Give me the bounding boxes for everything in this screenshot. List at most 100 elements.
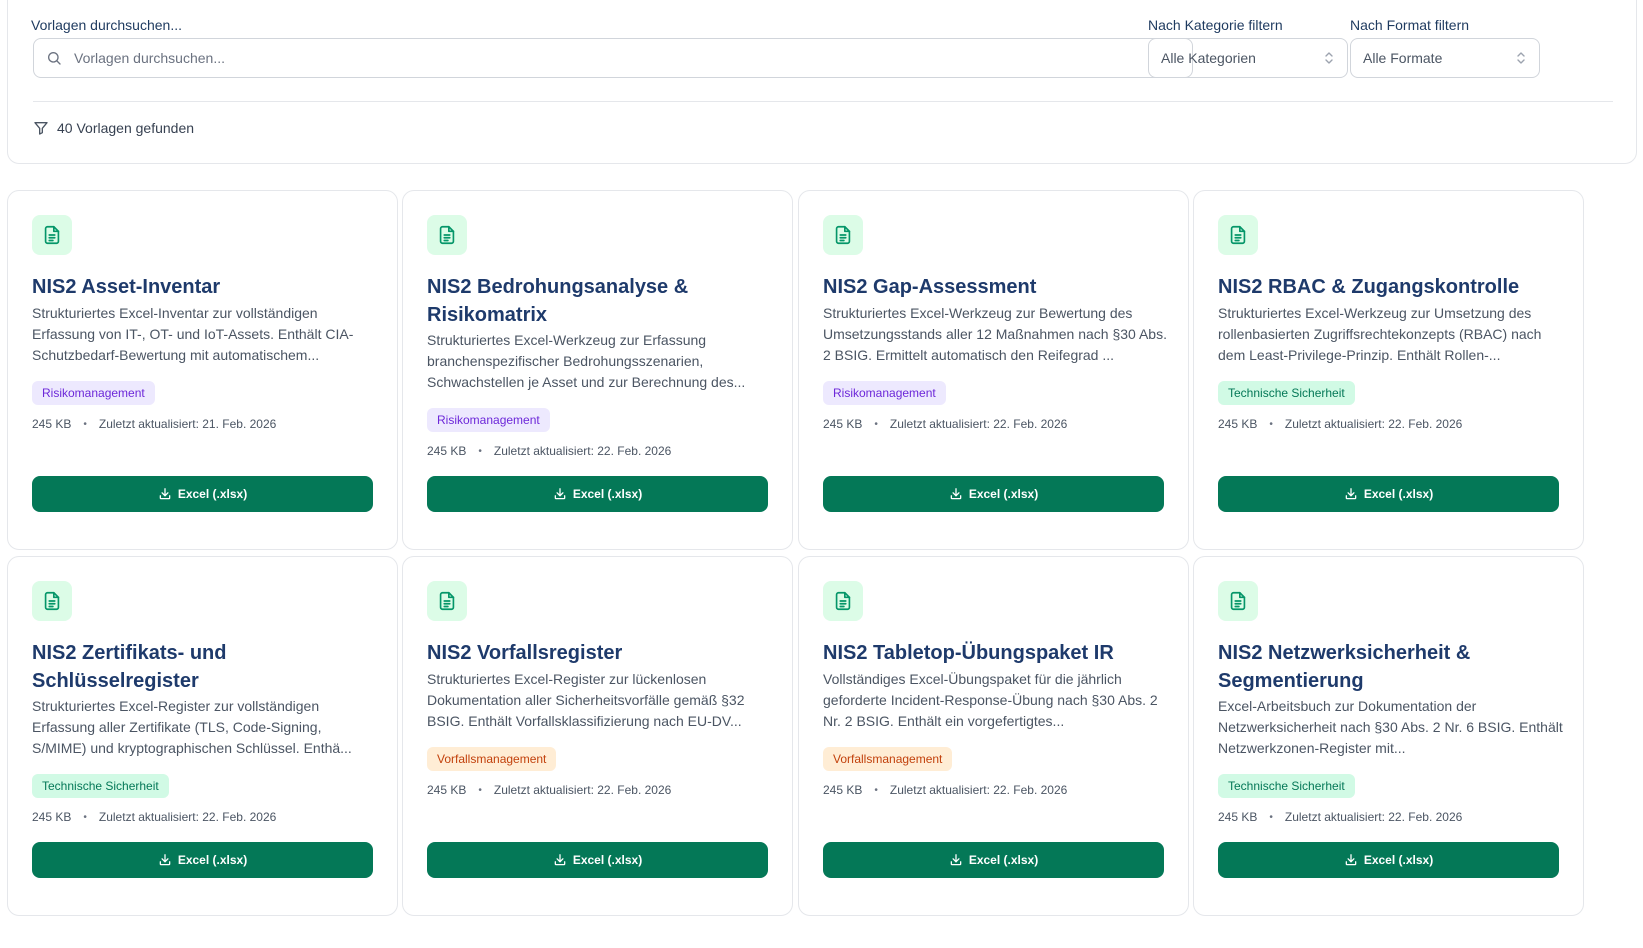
filter-icon xyxy=(34,122,48,135)
document-icon xyxy=(439,591,455,611)
download-excel-button[interactable]: Excel (.xlsx) xyxy=(823,842,1164,878)
card-description: Strukturiertes Excel-Register zur vollst… xyxy=(32,698,352,756)
document-icon xyxy=(835,591,851,611)
card-meta: 245 KB • Zuletzt aktualisiert: 22. Feb. 20… xyxy=(32,810,276,824)
document-icon xyxy=(439,225,455,245)
card-meta: 245 KB • Zuletzt aktualisiert: 22. Feb. 20… xyxy=(823,783,1067,797)
card-description: Excel-Arbeitsbuch zur Dokumentation der … xyxy=(1218,698,1563,756)
template-card: NIS2 Zertifikats- und Schlüsselregister S… xyxy=(7,556,398,916)
document-icon-box xyxy=(427,215,467,255)
download-icon xyxy=(159,854,171,866)
document-icon-box xyxy=(823,215,863,255)
card-title[interactable]: NIS2 Bedrohungsanalyse & Risikomatrix xyxy=(427,273,772,329)
file-size: 245 KB xyxy=(1218,417,1258,431)
template-card: NIS2 RBAC & Zugangskontrolle Strukturiert… xyxy=(1193,190,1584,550)
document-icon-box xyxy=(1218,215,1258,255)
search-box[interactable] xyxy=(33,38,1193,78)
category-badge: Risikomanagement xyxy=(427,408,550,432)
card-title[interactable]: NIS2 Zertifikats- und Schlüsselregister xyxy=(32,639,377,695)
format-select-value: Alle Formate xyxy=(1363,50,1443,66)
last-updated: Zuletzt aktualisiert: 22. Feb. 2026 xyxy=(889,783,1068,797)
card-meta: 245 KB • Zuletzt aktualisiert: 22. Feb. 20… xyxy=(823,417,1067,431)
document-icon xyxy=(1230,591,1246,611)
card-meta: 245 KB • Zuletzt aktualisiert: 22. Feb. 20… xyxy=(427,783,671,797)
download-icon xyxy=(159,488,171,500)
download-button-label: Excel (.xlsx) xyxy=(1363,853,1434,867)
card-description: Strukturiertes Excel-Werkzeug zur Erfass… xyxy=(427,332,746,390)
document-icon-box xyxy=(427,581,467,621)
download-excel-button[interactable]: Excel (.xlsx) xyxy=(1218,842,1559,878)
download-button-label: Excel (.xlsx) xyxy=(572,853,643,867)
card-description: Vollständiges Excel-Übungspaket für die … xyxy=(823,671,1158,729)
card-description: Strukturiertes Excel-Register zur lücken… xyxy=(427,671,745,729)
category-select[interactable]: Alle Kategorien xyxy=(1148,38,1348,78)
file-size: 245 KB xyxy=(32,417,72,431)
file-size: 245 KB xyxy=(32,810,72,824)
document-icon-box xyxy=(823,581,863,621)
search-label: Vorlagen durchsuchen... xyxy=(31,17,182,33)
card-description: Strukturiertes Excel-Inventar zur vollst… xyxy=(32,305,354,363)
download-button-label: Excel (.xlsx) xyxy=(968,853,1039,867)
document-icon xyxy=(835,225,851,245)
download-icon xyxy=(554,854,566,866)
card-title[interactable]: NIS2 Vorfallsregister xyxy=(427,639,772,667)
card-title[interactable]: NIS2 RBAC & Zugangskontrolle xyxy=(1218,273,1563,301)
download-icon xyxy=(1345,488,1357,500)
card-description: Strukturiertes Excel-Werkzeug zur Bewert… xyxy=(823,305,1167,363)
category-badge: Vorfallsmanagement xyxy=(427,747,557,771)
search-input[interactable] xyxy=(74,50,1192,66)
format-select[interactable]: Alle Formate xyxy=(1350,38,1540,78)
last-updated: Zuletzt aktualisiert: 22. Feb. 2026 xyxy=(493,783,672,797)
search-icon xyxy=(48,52,61,65)
download-icon xyxy=(554,488,566,500)
chevron-up-down-icon xyxy=(1517,52,1525,64)
template-card: NIS2 Bedrohungsanalyse & Risikomatrix Str… xyxy=(402,190,793,550)
card-description: Strukturiertes Excel-Werkzeug zur Umsetz… xyxy=(1218,305,1542,363)
card-title[interactable]: NIS2 Tabletop-Übungspaket IR xyxy=(823,639,1168,667)
category-badge: Risikomanagement xyxy=(823,381,946,405)
separator-dot: • xyxy=(874,418,878,430)
file-size: 245 KB xyxy=(427,783,467,797)
template-card: NIS2 Vorfallsregister Strukturiertes Exce… xyxy=(402,556,793,916)
download-button-label: Excel (.xlsx) xyxy=(177,487,248,501)
download-excel-button[interactable]: Excel (.xlsx) xyxy=(1218,476,1559,512)
divider xyxy=(33,101,1613,102)
download-button-label: Excel (.xlsx) xyxy=(1363,487,1434,501)
download-icon xyxy=(950,854,962,866)
category-filter-label: Nach Kategorie filtern xyxy=(1148,17,1283,33)
download-button-label: Excel (.xlsx) xyxy=(572,487,643,501)
separator-dot: • xyxy=(83,418,87,430)
last-updated: Zuletzt aktualisiert: 22. Feb. 2026 xyxy=(1284,417,1463,431)
download-icon xyxy=(1345,854,1357,866)
last-updated: Zuletzt aktualisiert: 22. Feb. 2026 xyxy=(889,417,1068,431)
card-title[interactable]: NIS2 Asset-Inventar xyxy=(32,273,377,301)
document-icon xyxy=(44,591,60,611)
document-icon-box xyxy=(32,215,72,255)
separator-dot: • xyxy=(478,784,482,796)
card-title[interactable]: NIS2 Netzwerksicherheit & Segmentierung xyxy=(1218,639,1563,695)
download-excel-button[interactable]: Excel (.xlsx) xyxy=(427,842,768,878)
category-badge: Technische Sicherheit xyxy=(1218,381,1355,405)
separator-dot: • xyxy=(1269,811,1273,823)
template-card: NIS2 Netzwerksicherheit & Segmentierung E… xyxy=(1193,556,1584,916)
separator-dot: • xyxy=(83,811,87,823)
separator-dot: • xyxy=(874,784,878,796)
file-size: 245 KB xyxy=(823,783,863,797)
card-meta: 245 KB • Zuletzt aktualisiert: 22. Feb. 20… xyxy=(1218,810,1462,824)
card-meta: 245 KB • Zuletzt aktualisiert: 21. Feb. 20… xyxy=(32,417,276,431)
file-size: 245 KB xyxy=(427,444,467,458)
category-badge: Risikomanagement xyxy=(32,381,155,405)
document-icon xyxy=(44,225,60,245)
card-title[interactable]: NIS2 Gap-Assessment xyxy=(823,273,1168,301)
document-icon-box xyxy=(32,581,72,621)
download-excel-button[interactable]: Excel (.xlsx) xyxy=(32,476,373,512)
download-icon xyxy=(950,488,962,500)
document-icon-box xyxy=(1218,581,1258,621)
download-excel-button[interactable]: Excel (.xlsx) xyxy=(32,842,373,878)
last-updated: Zuletzt aktualisiert: 22. Feb. 2026 xyxy=(1284,810,1463,824)
download-button-label: Excel (.xlsx) xyxy=(177,853,248,867)
download-excel-button[interactable]: Excel (.xlsx) xyxy=(823,476,1164,512)
file-size: 245 KB xyxy=(823,417,863,431)
document-icon xyxy=(1230,225,1246,245)
download-excel-button[interactable]: Excel (.xlsx) xyxy=(427,476,768,512)
